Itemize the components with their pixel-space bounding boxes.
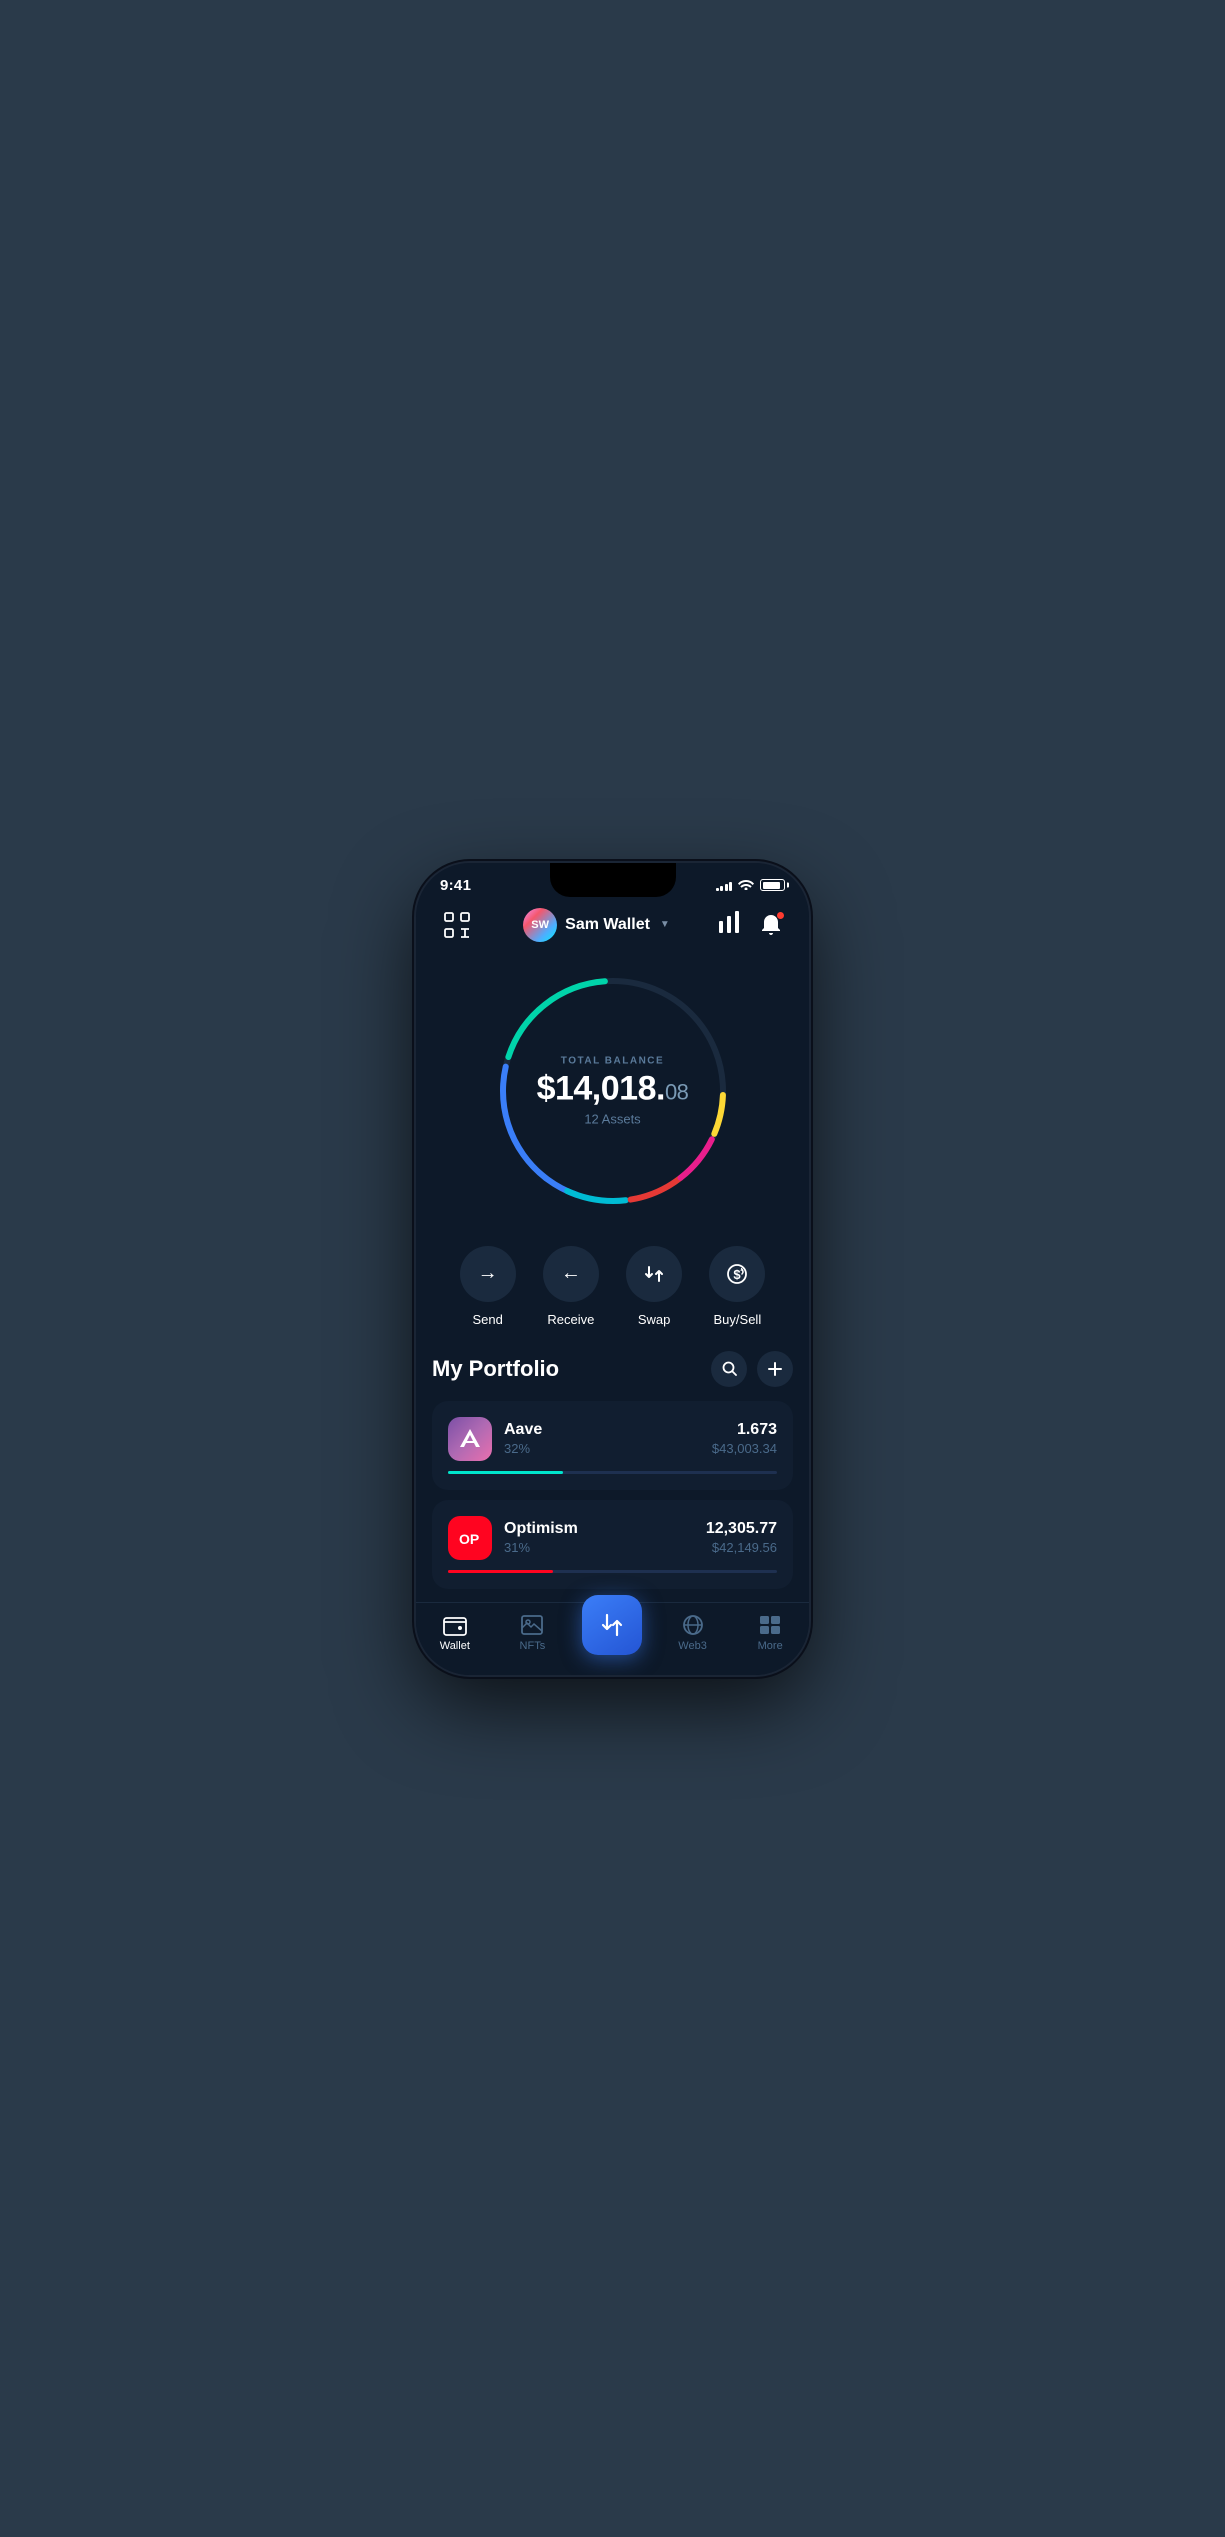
web3-icon [681, 1614, 705, 1636]
op-logo: OP [448, 1516, 492, 1560]
phone-frame: 9:41 [416, 863, 809, 1675]
signal-bar-2 [720, 886, 723, 891]
balance-amount: $14,018.08 [523, 1070, 703, 1107]
signal-bars-icon [716, 879, 733, 891]
chart-icon [717, 911, 741, 933]
receive-icon-circle: ← [543, 1246, 599, 1302]
portfolio-title: My Portfolio [432, 1356, 559, 1382]
battery-fill [763, 882, 780, 889]
balance-label: TOTAL BALANCE [523, 1055, 703, 1066]
aave-progress-fill [448, 1471, 563, 1474]
nav-center-button[interactable] [582, 1595, 642, 1655]
balance-assets: 12 Assets [523, 1111, 703, 1126]
notification-badge [776, 911, 785, 920]
op-amount: 12,305.77 [706, 1520, 777, 1538]
balance-whole: $14,018. [537, 1069, 665, 1107]
aave-logo [448, 1417, 492, 1461]
op-progress-fill [448, 1570, 553, 1573]
swap-button[interactable]: Swap [626, 1246, 682, 1327]
op-info: Optimism 31% [504, 1520, 578, 1555]
asset-row-optimism: OP Optimism 31% 12,305.77 $42,149.56 [448, 1516, 777, 1560]
scan-button[interactable] [438, 906, 476, 944]
notifications-button[interactable] [755, 909, 787, 941]
portfolio-section: My Portfolio [416, 1351, 809, 1589]
wallet-icon [443, 1614, 467, 1636]
op-progress-bar [448, 1570, 777, 1573]
portfolio-actions [711, 1351, 793, 1387]
asset-card-aave[interactable]: Aave 32% 1.673 $43,003.34 [432, 1401, 793, 1490]
asset-card-optimism[interactable]: OP Optimism 31% 12,305.77 $42,149.56 [432, 1500, 793, 1589]
wallet-nav-label: Wallet [440, 1640, 470, 1652]
battery-icon [760, 879, 785, 891]
user-selector[interactable]: SW Sam Wallet ▼ [523, 908, 670, 942]
send-icon-circle: → [460, 1246, 516, 1302]
swap-label: Swap [638, 1312, 671, 1327]
portfolio-add-button[interactable] [757, 1351, 793, 1387]
status-icons [716, 878, 786, 893]
asset-left-optimism: OP Optimism 31% [448, 1516, 578, 1560]
swap-icon-circle [626, 1246, 682, 1302]
phone-screen: 9:41 [416, 863, 809, 1675]
user-name: Sam Wallet [565, 916, 650, 934]
notch [550, 863, 676, 897]
op-usd: $42,149.56 [706, 1540, 777, 1555]
bottom-nav: Wallet NFTs [416, 1602, 809, 1675]
plus-icon [768, 1362, 782, 1376]
actions-row: → Send ← Receive Swap [416, 1236, 809, 1351]
balance-cents: 08 [665, 1079, 688, 1104]
balance-section: TOTAL BALANCE $14,018.08 12 Assets [416, 956, 809, 1236]
buysell-icon-circle: $ [709, 1246, 765, 1302]
op-pct: 31% [504, 1540, 578, 1555]
portfolio-search-button[interactable] [711, 1351, 747, 1387]
wifi-icon [738, 878, 754, 893]
receive-label: Receive [547, 1312, 594, 1327]
nav-nfts[interactable]: NFTs [505, 1614, 560, 1652]
chevron-down-icon: ▼ [660, 919, 670, 930]
header: SW Sam Wallet ▼ [416, 898, 809, 956]
buysell-button[interactable]: $ Buy/Sell [709, 1246, 765, 1327]
aave-pct: 32% [504, 1441, 542, 1456]
balance-ring: TOTAL BALANCE $14,018.08 12 Assets [488, 966, 738, 1216]
aave-values: 1.673 $43,003.34 [712, 1421, 777, 1456]
aave-amount: 1.673 [712, 1421, 777, 1439]
op-name: Optimism [504, 1520, 578, 1538]
aave-name: Aave [504, 1421, 542, 1439]
asset-left-aave: Aave 32% [448, 1417, 542, 1461]
send-button[interactable]: → Send [460, 1246, 516, 1327]
balance-center: TOTAL BALANCE $14,018.08 12 Assets [523, 1055, 703, 1126]
svg-text:$: $ [734, 1267, 742, 1282]
op-values: 12,305.77 $42,149.56 [706, 1520, 777, 1555]
nav-more[interactable]: More [743, 1614, 798, 1652]
asset-row-aave: Aave 32% 1.673 $43,003.34 [448, 1417, 777, 1461]
nfts-nav-label: NFTs [520, 1640, 546, 1652]
header-right [717, 909, 787, 941]
scan-icon [443, 911, 471, 939]
buysell-label: Buy/Sell [714, 1312, 762, 1327]
swap-center-icon [599, 1612, 625, 1638]
send-label: Send [472, 1312, 502, 1327]
content-scroll[interactable]: TOTAL BALANCE $14,018.08 12 Assets → Sen… [416, 956, 809, 1608]
nav-web3[interactable]: Web3 [665, 1614, 720, 1652]
avatar: SW [523, 908, 557, 942]
nfts-icon [520, 1614, 544, 1636]
status-time: 9:41 [440, 877, 471, 894]
aave-info: Aave 32% [504, 1421, 542, 1456]
aave-usd: $43,003.34 [712, 1441, 777, 1456]
aave-progress-bar [448, 1471, 777, 1474]
signal-bar-1 [716, 888, 719, 891]
portfolio-header: My Portfolio [432, 1351, 793, 1387]
nav-wallet[interactable]: Wallet [427, 1614, 482, 1652]
signal-bar-4 [729, 882, 732, 891]
receive-button[interactable]: ← Receive [543, 1246, 599, 1327]
more-icon [758, 1614, 782, 1636]
chart-button[interactable] [717, 911, 741, 938]
signal-bar-3 [725, 884, 728, 891]
more-nav-label: More [758, 1640, 783, 1652]
web3-nav-label: Web3 [678, 1640, 707, 1652]
svg-text:OP: OP [459, 1531, 479, 1547]
search-icon [722, 1361, 737, 1376]
